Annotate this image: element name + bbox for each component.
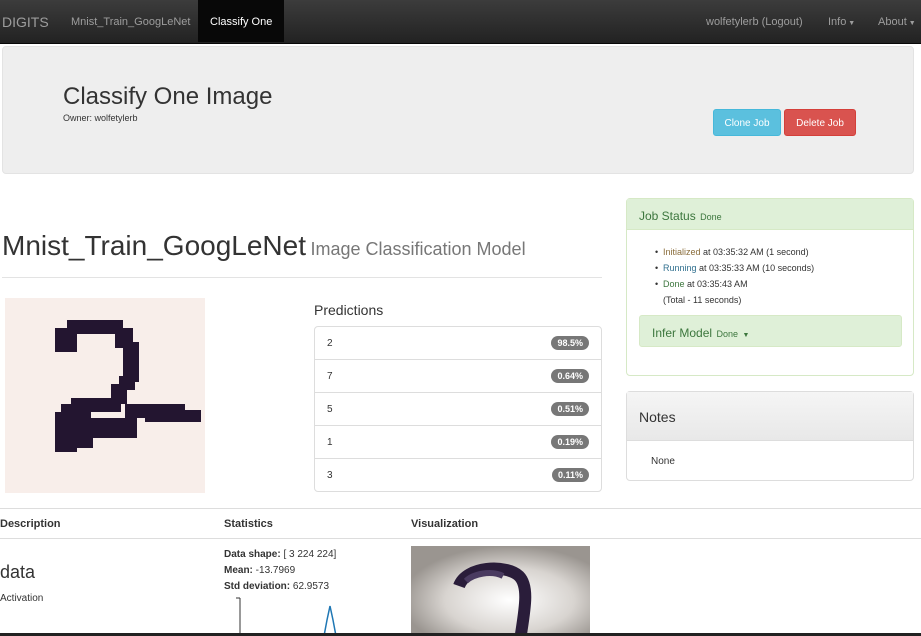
column-header-description: Description	[0, 518, 61, 530]
caret-down-icon: ▼	[846, 20, 856, 27]
status-step: • Running at 03:35:33 AM (10 seconds)	[655, 260, 815, 276]
stat-value: 62.9573	[290, 581, 330, 592]
model-name: Mnist_Train_GoogLeNet	[2, 230, 307, 261]
status-step-name: Done	[663, 279, 685, 289]
model-heading: Mnist_Train_GoogLeNet Image Classificati…	[2, 230, 526, 262]
visualization-image	[411, 546, 590, 636]
clone-job-button[interactable]: Clone Job	[713, 109, 781, 136]
stat-mean: Mean: -13.7969	[224, 563, 336, 579]
notes-title: Notes	[627, 392, 913, 441]
page-header: Classify One Image Owner: wolfetylerb Cl…	[2, 46, 914, 174]
layer-name: data	[0, 562, 36, 582]
stat-shape: Data shape: [ 3 224 224]	[224, 547, 336, 563]
notes-panel: Notes None	[626, 391, 914, 481]
prediction-label: 7	[327, 371, 333, 382]
status-step-name: Running	[663, 263, 697, 273]
job-status-state: Done	[700, 212, 722, 222]
stat-label: Mean:	[224, 565, 253, 576]
owner-label: Owner: wolfetylerb	[63, 113, 138, 123]
column-header-statistics: Statistics	[224, 518, 273, 530]
input-image	[5, 298, 205, 493]
stat-label: Std deviation:	[224, 581, 291, 592]
activation-visualization	[411, 546, 590, 636]
divider	[2, 277, 602, 278]
notes-body: None	[651, 456, 675, 467]
predictions-heading: Predictions	[314, 302, 384, 318]
status-total: (Total - 11 seconds)	[663, 295, 742, 305]
status-step-time: at 03:35:43 AM	[684, 279, 748, 289]
stat-value: -13.7969	[252, 565, 296, 576]
prediction-label: 2	[327, 338, 333, 349]
prediction-item: 1 0.19%	[315, 426, 601, 459]
status-step-name: Initialized	[663, 247, 701, 257]
about-menu[interactable]: About ▼	[878, 0, 916, 42]
job-status-header: Job Status Done	[627, 199, 913, 230]
status-step: • Done at 03:35:43 AM	[655, 276, 814, 292]
stat-label: Data shape:	[224, 549, 281, 560]
brand-logo[interactable]: DIGITS	[2, 14, 49, 30]
predictions-list: 2 98.5% 7 0.64% 5 0.51% 1 0.19% 3 0.11%	[314, 326, 602, 492]
prediction-item: 3 0.11%	[315, 459, 601, 492]
prediction-label: 3	[327, 470, 333, 481]
table-divider	[0, 508, 921, 509]
prediction-item: 5 0.51%	[315, 393, 601, 426]
job-status-steps: • Initialized at 03:35:32 AM (1 second) …	[655, 244, 815, 308]
column-header-visualization: Visualization	[411, 518, 479, 530]
status-step: • Initialized at 03:35:32 AM (1 second)	[655, 244, 814, 260]
histogram-chart	[236, 597, 337, 636]
caret-down-icon: ▼	[742, 332, 750, 339]
digit-image	[5, 298, 205, 493]
prediction-probability-badge: 0.51%	[551, 402, 589, 416]
bullet-icon: •	[655, 279, 659, 289]
stat-value: [ 3 224 224]	[280, 549, 337, 560]
job-status-panel: Job Status Done • Initialized at 03:35:3…	[626, 198, 914, 376]
stat-std: Std deviation: 62.9573	[224, 579, 336, 595]
about-menu-label: About	[878, 16, 907, 28]
histogram-line	[323, 605, 337, 636]
page-title: Classify One Image	[63, 83, 273, 110]
status-step-time: at 03:35:33 AM (10 seconds)	[696, 263, 815, 273]
infer-model-title: Infer Model	[652, 326, 713, 340]
infer-model-state: Done	[716, 329, 738, 339]
caret-down-icon: ▼	[906, 20, 916, 27]
infer-model-dropdown[interactable]: Infer Model Done ▼	[639, 315, 902, 347]
breadcrumb-classify-one[interactable]: Classify One	[198, 0, 285, 42]
prediction-probability-badge: 0.19%	[551, 435, 589, 449]
job-status-title: Job Status	[639, 209, 696, 223]
prediction-probability-badge: 98.5%	[551, 336, 589, 350]
info-menu[interactable]: Info ▼	[828, 0, 855, 42]
bullet-icon: •	[655, 247, 659, 257]
model-type: Image Classification Model	[310, 239, 526, 259]
top-navbar: DIGITS Mnist_Train_GoogLeNet Classify On…	[0, 0, 921, 44]
prediction-label: 5	[327, 404, 333, 415]
prediction-item: 7 0.64%	[315, 360, 601, 393]
prediction-probability-badge: 0.11%	[551, 468, 589, 482]
layer-type: Activation	[0, 593, 44, 604]
prediction-probability-badge: 0.64%	[551, 369, 589, 383]
info-menu-label: Info	[828, 16, 847, 28]
table-divider	[0, 538, 921, 539]
prediction-label: 1	[327, 437, 333, 448]
bullet-icon: •	[655, 263, 659, 273]
delete-job-button[interactable]: Delete Job	[784, 109, 856, 136]
status-step-time: at 03:35:32 AM (1 second)	[700, 247, 809, 257]
breadcrumb-model-link[interactable]: Mnist_Train_GoogLeNet	[71, 0, 190, 42]
user-logout-link[interactable]: wolfetylerb (Logout)	[706, 0, 803, 42]
prediction-item: 2 98.5%	[315, 327, 601, 360]
layer-statistics: Data shape: [ 3 224 224] Mean: -13.7969 …	[224, 547, 336, 595]
